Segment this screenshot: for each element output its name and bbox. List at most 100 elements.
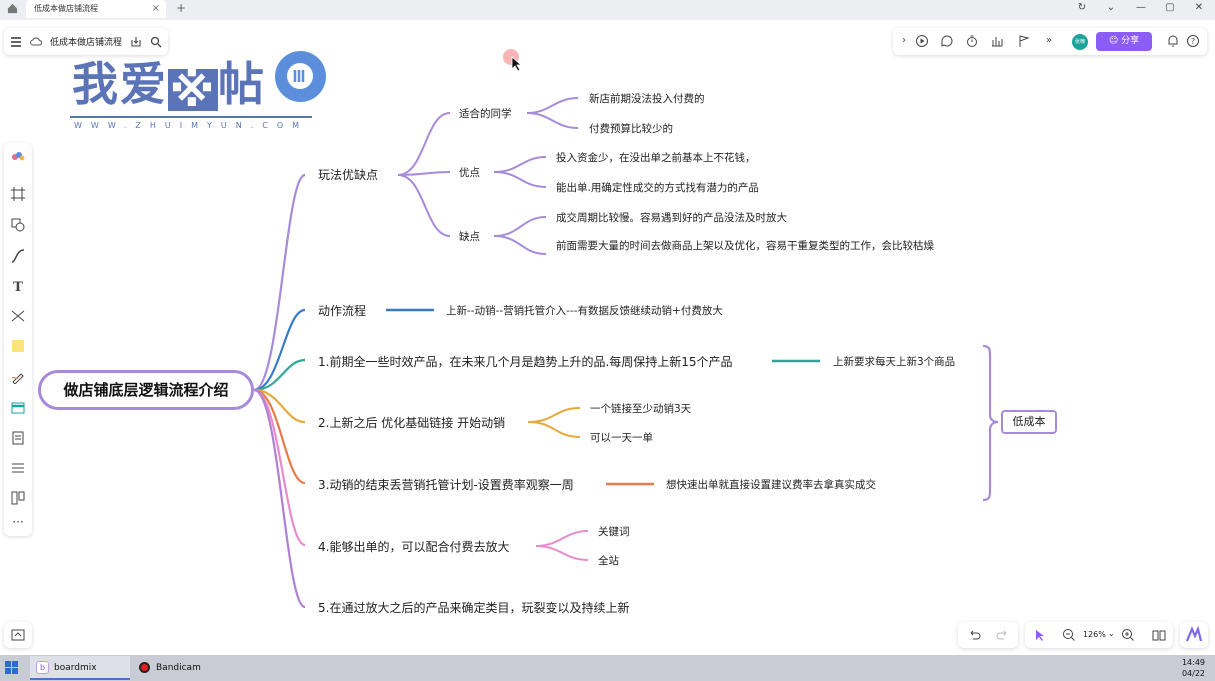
share-icon: ☺ (1108, 36, 1119, 46)
book-icon[interactable] (1152, 628, 1166, 642)
watermark-line (70, 116, 312, 118)
restore-icon[interactable]: ▢ (1162, 2, 1178, 13)
search-icon[interactable] (150, 36, 162, 48)
table-icon[interactable] (11, 401, 25, 415)
more-tools-icon[interactable]: ··· (11, 515, 25, 529)
svg-text:?: ? (1191, 37, 1195, 46)
leaf-step-4-2[interactable]: 全站 (598, 553, 619, 568)
system-clock[interactable]: 14:49 04/22 (1182, 657, 1205, 679)
help-icon[interactable]: ? (1186, 34, 1200, 48)
browser-tab[interactable]: 低成本做店铺流程 × (26, 0, 166, 18)
windows-start-icon[interactable] (5, 661, 18, 674)
undo-icon[interactable] (967, 628, 981, 642)
flag-icon[interactable] (1017, 34, 1031, 48)
frame-icon[interactable] (11, 187, 25, 201)
browser-tab-strip: 低成本做店铺流程 × + ↻ ⌄ — ▢ ✕ (0, 0, 1215, 20)
bell-icon[interactable] (1166, 34, 1180, 48)
branch-step-2[interactable]: 2.上新之后 优化基础链接 开始动销 (318, 414, 505, 431)
cloud-icon (30, 37, 42, 45)
document-icon[interactable] (11, 431, 25, 445)
import-icon[interactable] (130, 36, 142, 48)
mindmap-root[interactable]: 做店铺底层逻辑流程介绍 (38, 370, 254, 410)
tab-title: 低成本做店铺流程 (34, 4, 98, 13)
leaf-suitable-2[interactable]: 付费预算比较少的 (589, 121, 673, 136)
timer-icon[interactable] (965, 34, 979, 48)
watermark-text: 我爱 (72, 57, 168, 111)
share-button[interactable]: ☺ 分享 (1096, 32, 1152, 51)
document-title[interactable]: 低成本做店铺流程 (50, 35, 122, 48)
mouse-pointer-icon (511, 56, 523, 72)
zoom-dropdown-icon[interactable]: ⌄ (1108, 629, 1115, 638)
leaf-cons-1[interactable]: 成交周期比较慢。容易遇到好的产品没法及时放大 (556, 210, 787, 225)
avatar[interactable]: 张楠 (1072, 34, 1088, 50)
leaf-step-3-note[interactable]: 想快速出单就直接设置建议费率去拿真实成交 (666, 477, 876, 492)
refresh-icon[interactable]: ↻ (1074, 2, 1090, 13)
zoom-out-icon[interactable] (1062, 628, 1076, 642)
leaf-suitable-1[interactable]: 新店前期没法投入付费的 (589, 91, 705, 106)
collaboration-toolbar: › » 张楠 ☺ 分享 ? (893, 28, 1207, 55)
comment-icon[interactable] (940, 34, 954, 48)
taskbar-app-boardmix[interactable]: b boardmix (30, 656, 130, 680)
watermark-logo: 我爱※帖 (72, 48, 266, 114)
minimap-icon (11, 629, 25, 641)
present-icon[interactable] (915, 34, 929, 48)
list-icon[interactable] (11, 461, 25, 475)
bracket-label[interactable]: 低成本 (1001, 410, 1057, 434)
clock-date: 04/22 (1181, 669, 1205, 678)
node-cons[interactable]: 缺点 (459, 229, 480, 244)
leaf-pros-1[interactable]: 投入资金少，在没出单之前基本上不花钱， (556, 150, 756, 165)
node-pros[interactable]: 优点 (459, 165, 480, 180)
left-toolbox: T ··· (4, 143, 32, 536)
connector-icon[interactable] (11, 249, 25, 263)
branch-action-flow[interactable]: 动作流程 (318, 302, 366, 319)
menu-icon[interactable] (10, 36, 22, 47)
bandicam-icon (139, 662, 150, 673)
sticky-note-icon[interactable] (11, 339, 25, 353)
leaf-step-2-1[interactable]: 一个链接至少动销3天 (590, 401, 691, 416)
taskbar: b boardmix Bandicam 14:49 04/22 (0, 655, 1215, 681)
text-icon[interactable]: T (11, 279, 25, 293)
select-pointer-icon[interactable] (1033, 628, 1047, 642)
vote-icon[interactable] (990, 34, 1004, 48)
leaf-cons-2[interactable]: 前面需要大量的时间去做商品上架以及优化，容易干重复类型的工作，会比较枯燥 (556, 238, 956, 254)
leaf-step-1-note[interactable]: 上新要求每天上新3个商品 (833, 354, 955, 369)
branch-step-3[interactable]: 3.动销的结束丢营销托管计划-设置费率观察一周 (318, 476, 574, 493)
new-tab-icon[interactable]: + (176, 1, 186, 15)
template-icon[interactable] (11, 149, 25, 163)
branch-pros-cons[interactable]: 玩法优缺点 (318, 166, 378, 183)
clock-time: 14:49 (1181, 658, 1205, 667)
chevron-down-icon[interactable]: ⌄ (1103, 2, 1119, 13)
kanban-icon[interactable] (11, 491, 25, 505)
taskbar-app-label: boardmix (54, 663, 97, 673)
mindmap-icon[interactable] (11, 309, 25, 323)
double-chevron-down-icon[interactable]: » (1042, 34, 1056, 48)
branch-step-4[interactable]: 4.能够出单的，可以配合付费去放大 (318, 538, 509, 555)
zoom-in-icon[interactable] (1121, 628, 1135, 642)
ai-button[interactable] (1180, 622, 1208, 648)
document-toolbar: 低成本做店铺流程 (4, 28, 169, 55)
taskbar-app-label: Bandicam (156, 663, 201, 673)
shape-icon[interactable] (11, 218, 25, 232)
home-icon[interactable] (7, 3, 18, 14)
node-suitable-students[interactable]: 适合的同学 (459, 106, 512, 121)
close-window-icon[interactable]: ✕ (1191, 2, 1207, 13)
watermark-bubble-icon (275, 51, 326, 102)
history-controls (958, 622, 1018, 648)
zoom-level[interactable]: 126% (1083, 630, 1106, 639)
taskbar-app-bandicam[interactable]: Bandicam (132, 656, 232, 680)
leaf-action-flow-note[interactable]: 上新--动销--营销托管介入---有数据反馈继续动销+付费放大 (446, 303, 723, 318)
minimap-button[interactable] (4, 622, 32, 648)
pen-icon[interactable] (11, 370, 25, 384)
branch-step-5[interactable]: 5.在通过放大之后的产品来确定类目，玩裂变以及持续上新 (318, 599, 629, 616)
chevron-right-icon[interactable]: › (897, 34, 911, 48)
redo-icon[interactable] (996, 628, 1010, 642)
minimize-icon[interactable]: — (1133, 2, 1149, 13)
svg-text:T: T (13, 280, 23, 293)
tab-close-icon[interactable]: × (152, 0, 160, 18)
leaf-pros-2[interactable]: 能出单.用确定性成交的方式找有潜力的产品 (556, 180, 759, 195)
leaf-step-4-1[interactable]: 关键词 (598, 524, 630, 539)
leaf-step-2-2[interactable]: 可以一天一单 (590, 430, 653, 445)
boardmix-icon: b (36, 661, 49, 674)
share-label: 分享 (1121, 36, 1140, 46)
branch-step-1[interactable]: 1.前期全一些时效产品，在未来几个月是趋势上升的品.每周保持上新15个产品 (318, 353, 733, 370)
